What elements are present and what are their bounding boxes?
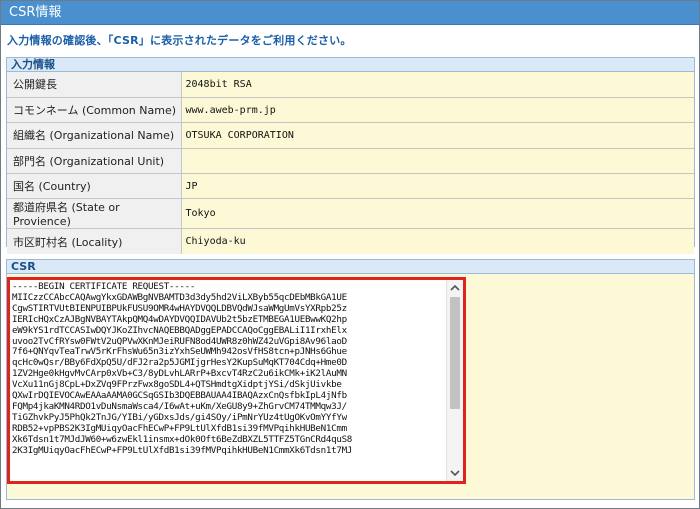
row-value-locality: Chiyoda-ku: [181, 228, 694, 255]
csr-info-window: CSR情報 入力情報の確認後、「CSR」に表示されたデータをご利用ください。 入…: [0, 0, 700, 509]
input-info-table: 公開鍵長 2048bit RSA コモンネーム (Common Name) ww…: [7, 72, 694, 255]
row-value-organization: OTSUKA CORPORATION: [181, 122, 694, 149]
scroll-thumb[interactable]: [450, 297, 460, 409]
row-label-key-length: 公開鍵長: [7, 72, 182, 98]
table-row: 組織名 (Organizational Name) OTSUKA CORPORA…: [7, 122, 694, 149]
window-title: CSR情報: [1, 1, 699, 25]
input-info-panel: 入力情報 公開鍵長 2048bit RSA コモンネーム (Common Nam…: [6, 57, 695, 255]
row-label-organization: 組織名 (Organizational Name): [7, 122, 182, 149]
row-value-state: Tokyo: [181, 198, 694, 230]
table-row: 都道府県名 (State or Provience) Tokyo: [7, 198, 694, 230]
input-info-heading: 入力情報: [7, 58, 694, 72]
csr-text[interactable]: -----BEGIN CERTIFICATE REQUEST----- MIIC…: [12, 282, 446, 479]
row-value-country: JP: [181, 173, 694, 200]
row-label-state: 都道府県名 (State or Provience): [7, 198, 182, 230]
row-value-key-length: 2048bit RSA: [181, 72, 694, 98]
scroll-up-arrow-icon[interactable]: [447, 280, 463, 296]
scroll-down-arrow-icon[interactable]: [447, 465, 463, 481]
csr-scrollbar[interactable]: [446, 280, 463, 481]
row-value-common-name: www.aweb-prm.jp: [181, 97, 694, 124]
row-label-org-unit: 部門名 (Organizational Unit): [7, 148, 182, 175]
row-label-common-name: コモンネーム (Common Name): [7, 97, 182, 124]
table-row: 公開鍵長 2048bit RSA: [7, 72, 694, 98]
table-row: 市区町村名 (Locality) Chiyoda-ku: [7, 228, 694, 255]
csr-panel: CSR -----BEGIN CERTIFICATE REQUEST----- …: [6, 259, 695, 500]
row-value-org-unit: [181, 148, 694, 175]
table-row: 国名 (Country) JP: [7, 173, 694, 200]
intro-message: 入力情報の確認後、「CSR」に表示されたデータをご利用ください。: [7, 34, 352, 47]
table-row: 部門名 (Organizational Unit): [7, 148, 694, 175]
csr-textarea[interactable]: -----BEGIN CERTIFICATE REQUEST----- MIIC…: [7, 277, 466, 484]
csr-heading: CSR: [7, 260, 694, 274]
row-label-country: 国名 (Country): [7, 173, 182, 200]
table-row: コモンネーム (Common Name) www.aweb-prm.jp: [7, 97, 694, 124]
row-label-locality: 市区町村名 (Locality): [7, 228, 182, 255]
